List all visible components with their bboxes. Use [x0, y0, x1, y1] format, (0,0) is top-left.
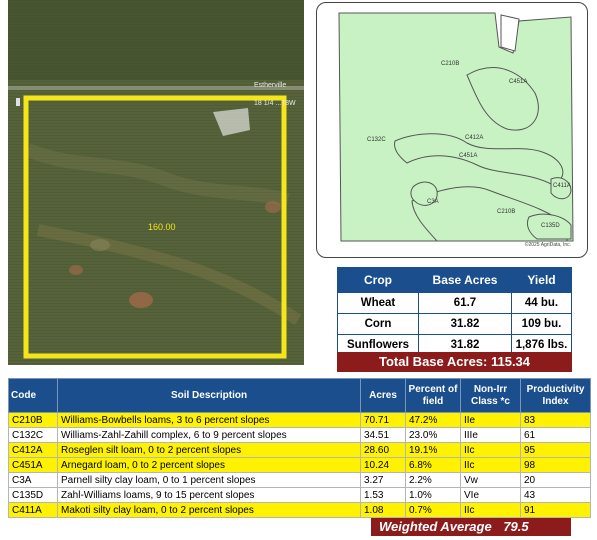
soil-class: IIc — [460, 457, 521, 473]
soil-description: Makoti silty clay loam, 0 to 2 percent s… — [57, 502, 361, 518]
soil-table: Code Soil Description Acres Percent of f… — [8, 378, 591, 518]
header-acres: Acres — [360, 378, 406, 413]
soil-description: Parnell silty clay loam, 0 to 1 percent … — [57, 472, 361, 488]
soil-percent: 0.7% — [405, 502, 461, 518]
soil-label-c210b: C210B — [441, 61, 460, 67]
crop-name: Corn — [337, 313, 419, 335]
crop-base-acres: 31.82 — [418, 313, 512, 335]
soil-productivity: 43 — [520, 487, 591, 503]
soil-acres: 28.60 — [360, 442, 406, 458]
soil-row: C3A Parnell silty clay loam, 0 to 1 perc… — [8, 472, 591, 488]
soil-label-c135d: C135D — [541, 223, 560, 229]
soil-row: C412A Roseglen silt loam, 0 to 2 percent… — [8, 442, 591, 458]
soil-productivity: 83 — [520, 412, 591, 428]
crop-name: Wheat — [337, 292, 419, 314]
soil-code: C210B — [8, 412, 58, 428]
weighted-average-bar: Weighted Average 79.5 — [371, 518, 571, 536]
soil-class: VIe — [460, 487, 521, 503]
soil-percent: 19.1% — [405, 442, 461, 458]
weighted-average-label: Weighted Average — [379, 519, 492, 534]
soil-row: C132C Williams-Zahl-Zahill complex, 6 to… — [8, 427, 591, 443]
header-class: Non-Irr Class *c — [460, 378, 521, 413]
road-label-estherville: Estherville — [254, 82, 287, 89]
crop-table: Crop Base Acres Yield Wheat 61.7 44 bu. … — [337, 267, 572, 356]
field-acres-label: 160.00 — [148, 222, 176, 232]
soil-acres: 34.51 — [360, 427, 406, 443]
header-yield: Yield — [511, 267, 572, 293]
soil-acres: 70.71 — [360, 412, 406, 428]
soil-row: C135D Zahl-Williams loams, 9 to 15 perce… — [8, 487, 591, 503]
soil-acres: 1.08 — [360, 502, 406, 518]
crop-table-header: Crop Base Acres Yield — [337, 267, 572, 293]
crop-row: Wheat 61.7 44 bu. — [337, 292, 572, 314]
soil-productivity: 61 — [520, 427, 591, 443]
soil-percent: 2.2% — [405, 472, 461, 488]
soil-acres: 1.53 — [360, 487, 406, 503]
soil-description: Roseglen silt loam, 0 to 2 percent slope… — [57, 442, 361, 458]
soil-label-c210b-2: C210B — [497, 209, 516, 215]
road-label-township: 18 1/4 ...78W — [254, 100, 296, 107]
soil-percent: 23.0% — [405, 427, 461, 443]
soil-percent: 6.8% — [405, 457, 461, 473]
header-crop: Crop — [337, 267, 419, 293]
soil-class: IIc — [460, 502, 521, 518]
soil-description: Arnegard loam, 0 to 2 percent slopes — [57, 457, 361, 473]
soil-productivity: 91 — [520, 502, 591, 518]
aerial-imagery — [8, 0, 304, 365]
soil-class: IIc — [460, 442, 521, 458]
header-code: Code — [8, 378, 58, 413]
soil-percent: 47.2% — [405, 412, 461, 428]
map-copyright: ©2025 AgriData, Inc. — [524, 242, 571, 248]
soil-description: Zahl-Williams loams, 9 to 15 percent slo… — [57, 487, 361, 503]
soil-description: Williams-Zahl-Zahill complex, 6 to 9 per… — [57, 427, 361, 443]
crop-base-acres: 61.7 — [418, 292, 512, 314]
header-base-acres: Base Acres — [418, 267, 512, 293]
soil-map-drawing — [338, 12, 574, 242]
soil-acres: 10.24 — [360, 457, 406, 473]
soil-label-c411a: C411A — [553, 183, 571, 189]
crop-yield: 109 bu. — [511, 313, 572, 335]
soil-code: C451A — [8, 457, 58, 473]
weighted-average-value: 79.5 — [503, 519, 529, 534]
soil-table-header: Code Soil Description Acres Percent of f… — [8, 378, 591, 413]
crop-yield: 44 bu. — [511, 292, 572, 314]
soil-code: C135D — [8, 487, 58, 503]
soil-code: C411A — [8, 502, 58, 518]
crop-row: Corn 31.82 109 bu. — [337, 313, 572, 335]
soil-row: C210B Williams-Bowbells loams, 3 to 6 pe… — [8, 412, 591, 428]
aerial-map: Estherville 18 1/4 ...78W 160.00 — [8, 0, 304, 365]
soil-class: Vw — [460, 472, 521, 488]
soil-class: IIe — [460, 412, 521, 428]
soil-acres: 3.27 — [360, 472, 406, 488]
soil-productivity: 98 — [520, 457, 591, 473]
soil-row: C411A Makoti silty clay loam, 0 to 2 per… — [8, 502, 591, 518]
header-soil-description: Soil Description — [57, 378, 361, 413]
soil-percent: 1.0% — [405, 487, 461, 503]
soil-label-c412a: C412A — [465, 135, 484, 141]
soil-code: C412A — [8, 442, 58, 458]
soil-row: C451A Arnegard loam, 0 to 2 percent slop… — [8, 457, 591, 473]
soil-label-c3a: C3A — [427, 199, 439, 205]
soil-label-c451a: C451A — [509, 79, 528, 85]
soil-map: C210B C451A C132C C412A C451A C3A C210B … — [316, 2, 588, 258]
header-productivity: Productivity Index — [520, 378, 591, 413]
soil-class: IIIe — [460, 427, 521, 443]
soil-label-c451a-2: C451A — [459, 153, 478, 159]
soil-productivity: 20 — [520, 472, 591, 488]
total-base-acres: Total Base Acres: 115.34 — [337, 352, 572, 372]
soil-code: C132C — [8, 427, 58, 443]
soil-code: C3A — [8, 472, 58, 488]
header-percent: Percent of field — [405, 378, 461, 413]
soil-description: Williams-Bowbells loams, 3 to 6 percent … — [57, 412, 361, 428]
soil-productivity: 95 — [520, 442, 591, 458]
soil-label-c132c: C132C — [367, 137, 386, 143]
